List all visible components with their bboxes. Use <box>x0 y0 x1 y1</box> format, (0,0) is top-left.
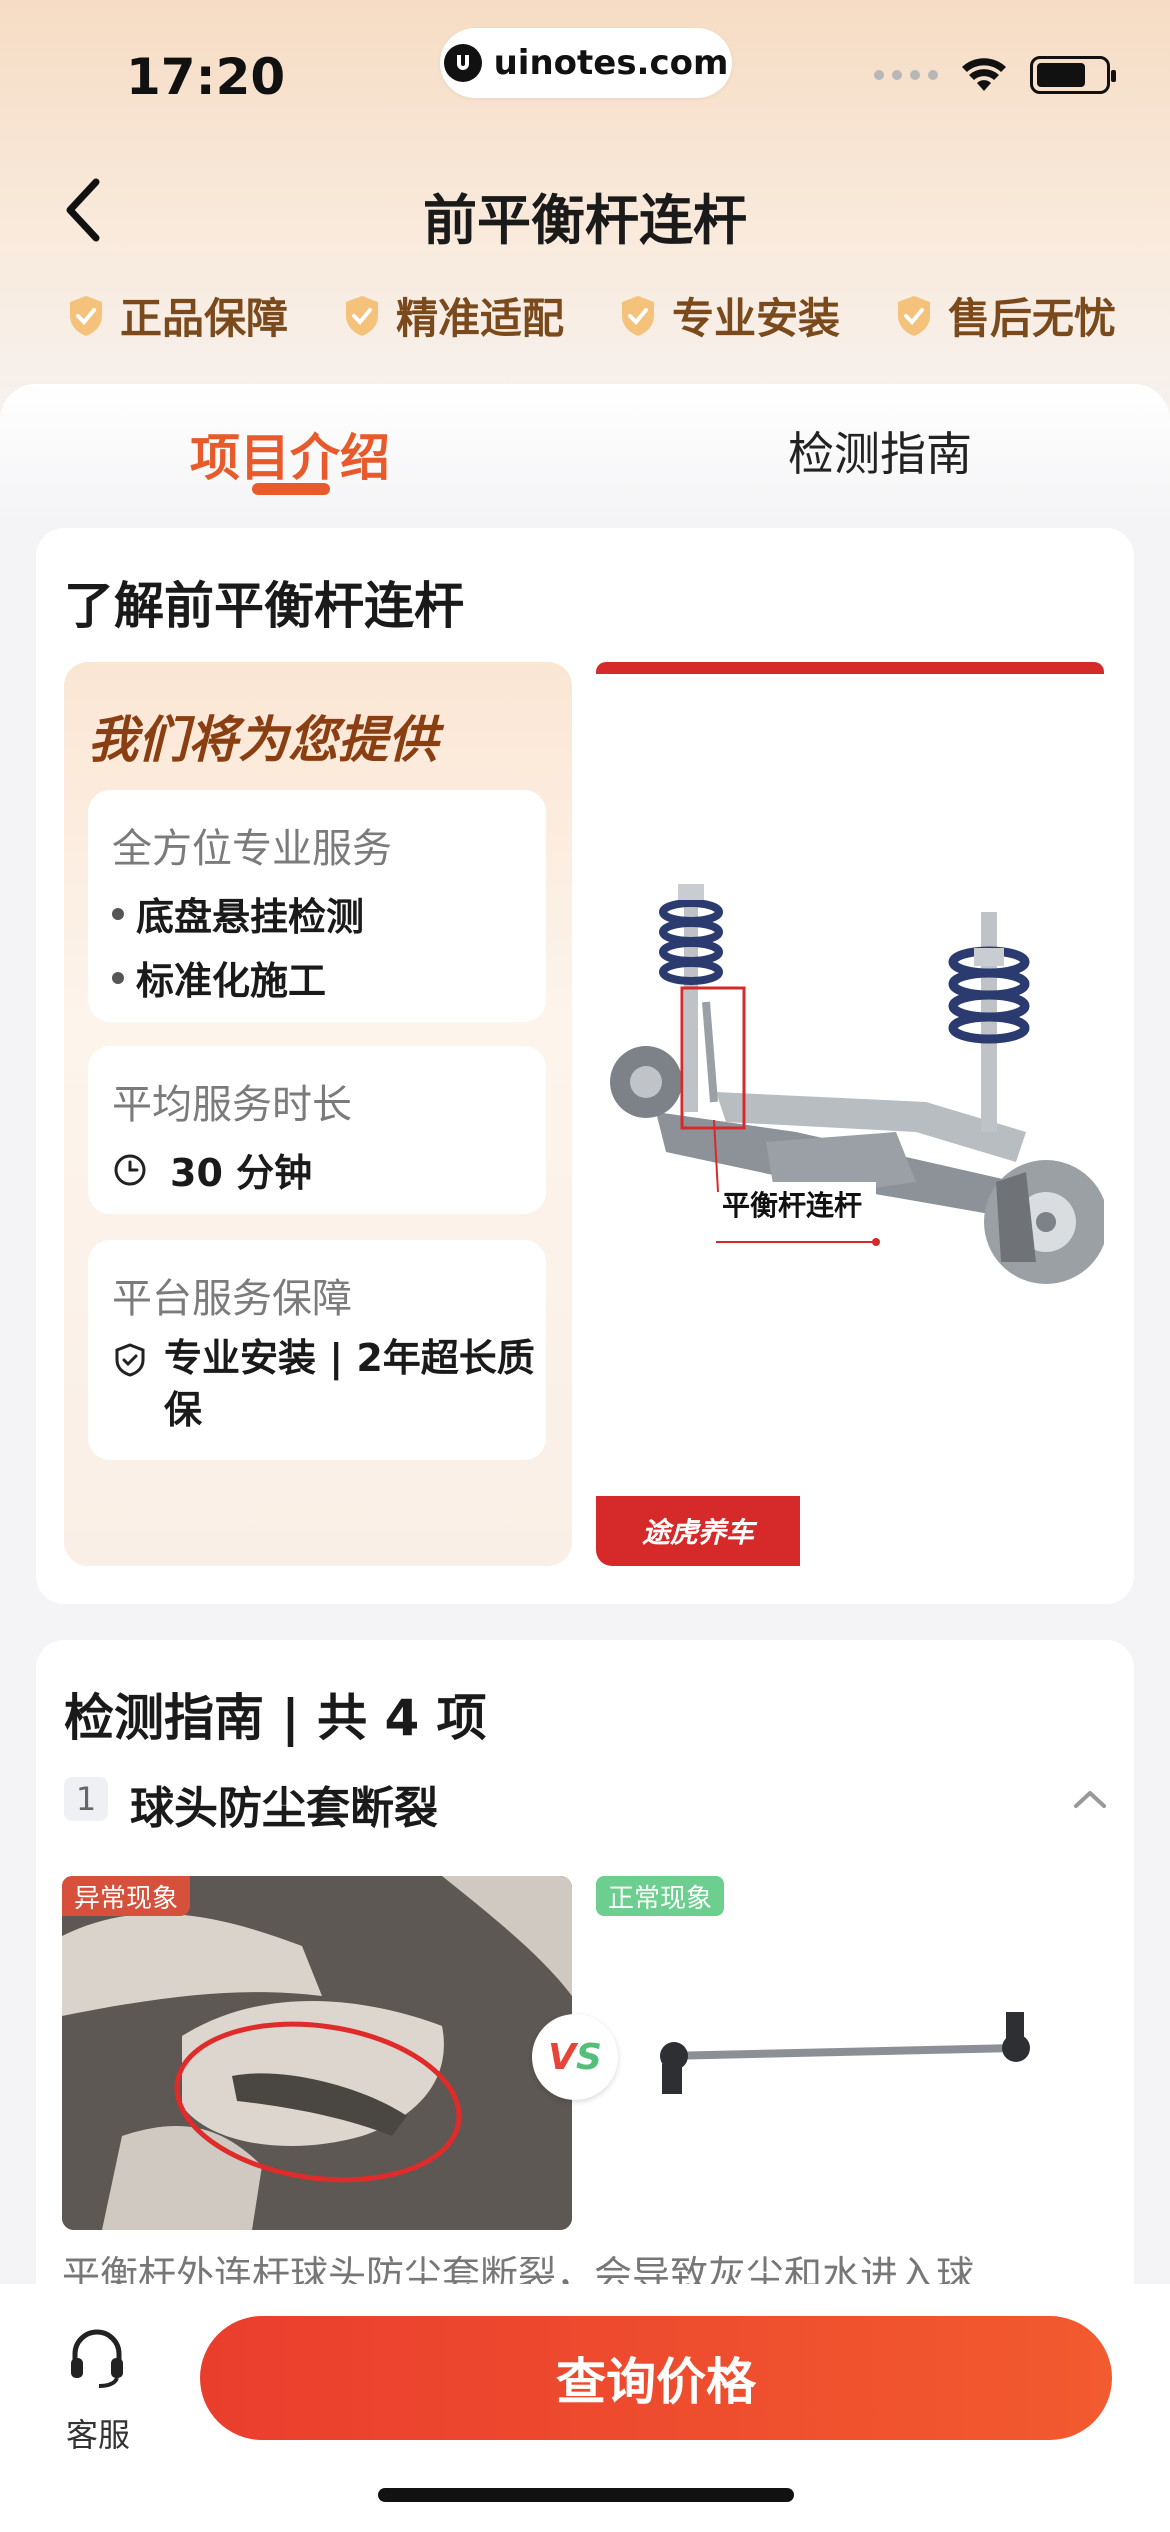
item-index: 1 <box>64 1777 108 1821</box>
service-item-text: 标准化施工 <box>136 959 327 1003</box>
vs-s: S <box>575 2036 602 2078</box>
headset-icon <box>71 2329 123 2388</box>
guarantee-label: 正品保障 <box>120 294 289 343</box>
guide-title: 检测指南 | 共 4 项 <box>64 1689 487 1747</box>
clock-icon <box>114 1154 146 1185</box>
guarantee-list: 正品保障 精准适配 专业安装 售后无忧 <box>66 285 1116 346</box>
query-price-button[interactable]: 查询价格 <box>200 2316 1112 2440</box>
warranty-value: 专业安装 | 2年超长质保 <box>164 1336 535 1432</box>
shield-check-icon <box>897 295 930 336</box>
battery-icon <box>1030 56 1116 94</box>
normal-tag: 正常现象 <box>596 1876 725 1916</box>
tab-intro[interactable]: 项目介绍 <box>190 418 390 490</box>
brand-tag: 途虎养车 <box>596 1496 800 1566</box>
warranty-label: 平台服务保障 <box>112 1276 352 1322</box>
wifi-icon <box>962 58 1006 91</box>
suspension-diagram <box>596 662 1108 1566</box>
diagram-top-bar <box>596 662 1104 674</box>
url-text: uinotes.com <box>493 43 729 83</box>
signal-icon <box>874 70 938 80</box>
diagram-part-label: 平衡杆连杆 <box>722 1189 863 1222</box>
url-pill[interactable]: uinotes.com <box>440 28 732 98</box>
guarantee-label: 精准适配 <box>395 294 564 343</box>
duration-value: 30 分钟 <box>112 1142 312 1197</box>
intro-title: 了解前平衡杆连杆 <box>64 577 464 635</box>
guide-item-title[interactable]: 球头防尘套断裂 <box>130 1772 438 1836</box>
duration-text: 30 分钟 <box>170 1151 313 1195</box>
bullet-icon <box>112 971 124 984</box>
home-indicator <box>378 2488 794 2502</box>
shield-check-icon <box>621 295 654 336</box>
offer-heading: 我们将为您提供 <box>88 711 438 769</box>
abnormal-tag: 异常现象 <box>62 1876 191 1916</box>
guarantee-item: 精准适配 <box>342 285 564 346</box>
abnormal-photo[interactable] <box>62 1876 572 2230</box>
status-icons <box>874 56 1116 94</box>
normal-photo[interactable] <box>596 1876 1106 2230</box>
tab-bar <box>0 384 1170 524</box>
chevron-up-icon[interactable] <box>1070 1786 1110 1812</box>
guarantee-item: 售后无忧 <box>894 285 1116 346</box>
service-label: 全方位专业服务 <box>112 826 392 872</box>
tab-guide[interactable]: 检测指南 <box>788 418 972 484</box>
tab-active-indicator <box>252 483 330 495</box>
duration-label: 平均服务时长 <box>112 1082 352 1128</box>
customer-service-button[interactable] <box>62 2326 132 2394</box>
service-item-text: 底盘悬挂检测 <box>136 895 365 939</box>
vs-v: V <box>548 2036 576 2078</box>
service-item: 底盘悬挂检测 <box>112 886 364 941</box>
bullet-icon <box>112 907 124 920</box>
site-logo-icon <box>443 44 482 82</box>
shield-check-icon <box>70 295 102 336</box>
shield-check-icon <box>115 1343 145 1377</box>
guarantee-label: 售后无忧 <box>947 294 1116 343</box>
page-title: 前平衡杆连杆 <box>423 189 747 252</box>
guarantee-item: 正品保障 <box>66 285 288 346</box>
service-item: 标准化施工 <box>112 950 326 1005</box>
customer-service-label: 客服 <box>66 2416 131 2454</box>
guarantee-label: 专业安装 <box>671 294 840 343</box>
guarantee-item: 专业安装 <box>618 285 840 346</box>
suspension-illustration <box>610 884 1108 1284</box>
vs-badge: VS <box>532 2014 618 2100</box>
shield-check-icon <box>345 295 378 336</box>
status-time: 17:20 <box>126 48 286 106</box>
